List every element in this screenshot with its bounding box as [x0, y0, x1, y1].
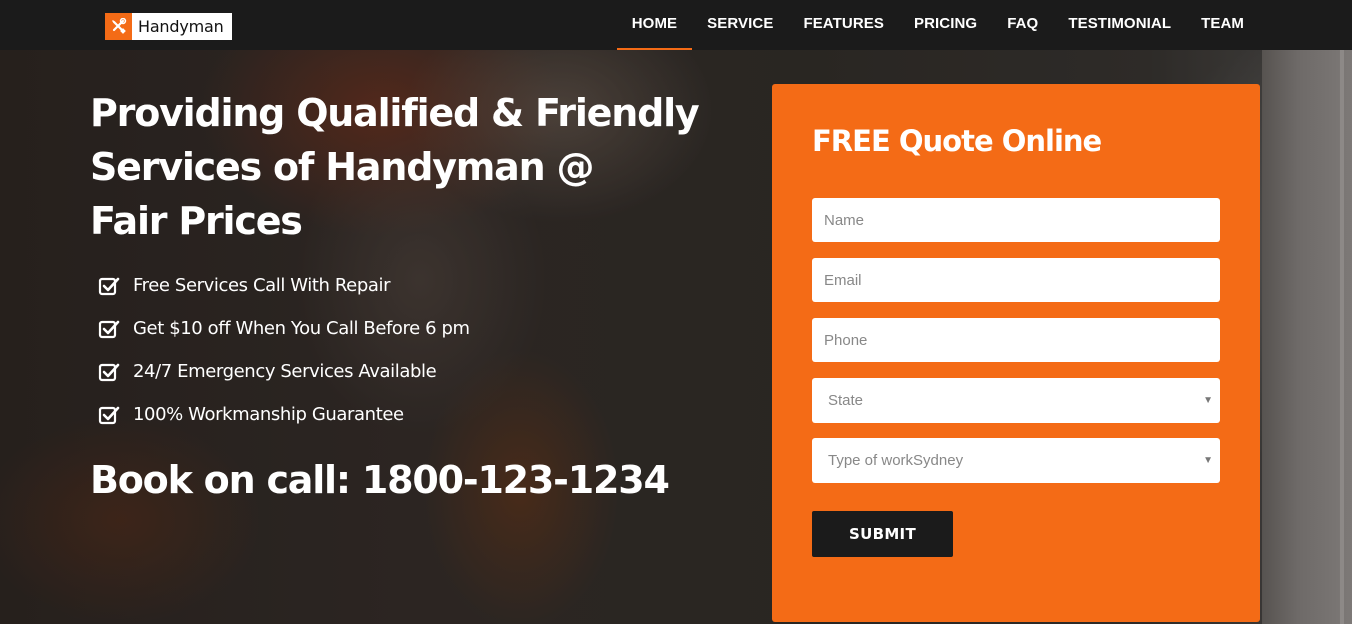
feature-list: Free Services Call With Repair Get $10 o…: [98, 264, 470, 436]
nav-item-faq[interactable]: FAQ: [992, 0, 1053, 50]
feature-text: 24/7 Emergency Services Available: [133, 361, 437, 382]
headline-line: Providing Qualified & Friendly: [90, 91, 700, 135]
headline-line: Services of Handyman @: [90, 145, 594, 189]
tools-icon: [105, 13, 132, 40]
check-square-icon: [98, 277, 120, 295]
state-select[interactable]: State ▼: [812, 378, 1220, 423]
feature-item: 100% Workmanship Guarantee: [98, 393, 470, 436]
submit-button[interactable]: SUBMIT: [812, 511, 953, 557]
navbar: Handyman HOME SERVICE FEATURES PRICING F…: [0, 0, 1352, 50]
quote-form-title: FREE Quote Online: [812, 124, 1102, 158]
work-type-select[interactable]: Type of workSydney ▼: [812, 438, 1220, 483]
dropdown-arrow-icon: ▼: [1203, 455, 1213, 466]
headline-line: Fair Prices: [90, 199, 303, 243]
hero-headline: Providing Qualified & Friendly Services …: [90, 86, 710, 248]
feature-item: Get $10 off When You Call Before 6 pm: [98, 307, 470, 350]
feature-text: Free Services Call With Repair: [133, 275, 391, 296]
feature-text: Get $10 off When You Call Before 6 pm: [133, 318, 470, 339]
feature-item: Free Services Call With Repair: [98, 264, 470, 307]
nav-item-home[interactable]: HOME: [616, 0, 693, 50]
feature-text: 100% Workmanship Guarantee: [133, 404, 404, 425]
nav-item-team[interactable]: TEAM: [1186, 0, 1259, 50]
check-square-icon: [98, 320, 120, 338]
nav-item-service[interactable]: SERVICE: [692, 0, 788, 50]
state-select-value: State: [828, 392, 864, 409]
dropdown-arrow-icon: ▼: [1203, 395, 1213, 406]
nav-item-testimonial[interactable]: TESTIMONIAL: [1053, 0, 1186, 50]
wall-edge: [1262, 50, 1352, 624]
main-nav: HOME SERVICE FEATURES PRICING FAQ TESTIM…: [616, 0, 1259, 50]
name-input[interactable]: [812, 198, 1220, 242]
check-square-icon: [98, 363, 120, 381]
quote-form: FREE Quote Online State ▼ Type of workSy…: [772, 84, 1260, 622]
email-input[interactable]: [812, 258, 1220, 302]
work-type-select-value: Type of workSydney: [828, 452, 964, 469]
nav-item-features[interactable]: FEATURES: [788, 0, 899, 50]
phone-input[interactable]: [812, 318, 1220, 362]
nav-item-pricing[interactable]: PRICING: [899, 0, 992, 50]
check-square-icon: [98, 406, 120, 424]
phone-callout: Book on call: 1800-123-1234: [90, 458, 670, 502]
brand-logo[interactable]: Handyman: [105, 13, 232, 40]
feature-item: 24/7 Emergency Services Available: [98, 350, 470, 393]
brand-name: Handyman: [138, 17, 224, 36]
